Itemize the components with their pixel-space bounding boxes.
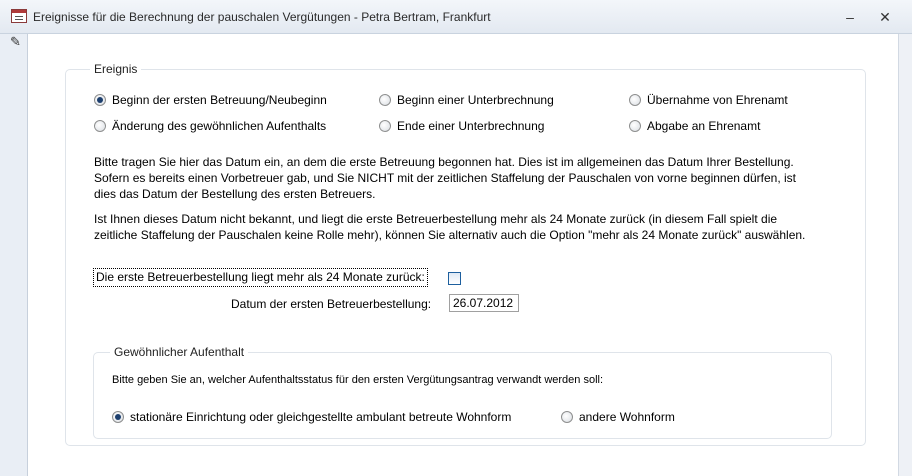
aufenthalt-group xyxy=(93,352,832,439)
info-line: Ist Ihnen dieses Datum nicht bekannt, un… xyxy=(94,212,778,226)
radio-ende-unterbrechnung[interactable]: Ende einer Unterbrechnung xyxy=(379,119,544,133)
checkbox-label-24-monate[interactable]: Die erste Betreuerbestellung liegt mehr … xyxy=(93,268,428,287)
aufenthalt-legend: Gewöhnlicher Aufenthalt xyxy=(110,345,249,359)
radio-button[interactable] xyxy=(94,120,106,132)
info-line: zeitliche Staffelung der Pauschalen kein… xyxy=(94,228,806,242)
date-field[interactable]: 26.07.2012 xyxy=(449,294,519,312)
info-line: Bitte tragen Sie hier das Datum ein, an … xyxy=(94,155,794,169)
radio-button[interactable] xyxy=(379,120,391,132)
radio-label: Änderung des gewöhnlichen Aufenthalts xyxy=(112,119,327,133)
radio-label: Beginn einer Unterbrechnung xyxy=(397,93,554,107)
aufenthalt-prompt: Bitte geben Sie an, welcher Aufenthaltss… xyxy=(112,374,604,386)
close-button[interactable]: ✕ xyxy=(874,7,896,27)
minimize-button[interactable]: – xyxy=(839,7,861,27)
radio-stationaere-einrichtung[interactable]: stationäre Einrichtung oder gleichgestel… xyxy=(112,410,511,424)
info-paragraph-1: Bitte tragen Sie hier das Datum ein, an … xyxy=(94,154,796,202)
radio-label: Übernahme von Ehrenamt xyxy=(647,93,788,107)
radio-label: Beginn der ersten Betreuung/Neubeginn xyxy=(112,93,327,107)
radio-button[interactable] xyxy=(561,411,573,423)
pencil-icon: ✎ xyxy=(10,34,21,49)
radio-button[interactable] xyxy=(94,94,106,106)
checkbox-24-monate[interactable] xyxy=(448,272,461,285)
radio-uebernahme-ehrenamt[interactable]: Übernahme von Ehrenamt xyxy=(629,93,788,107)
window-title: Ereignisse für die Berechnung der pausch… xyxy=(33,10,491,24)
info-line: dies das Datum der Bestellung des ersten… xyxy=(94,187,376,201)
info-paragraph-2: Ist Ihnen dieses Datum nicht bekannt, un… xyxy=(94,211,805,243)
info-line: Sofern es bereits einen Vorbetreuer gab,… xyxy=(94,171,796,185)
radio-beginn-unterbrechnung[interactable]: Beginn einer Unterbrechnung xyxy=(379,93,554,107)
radio-andere-wohnform[interactable]: andere Wohnform xyxy=(561,410,675,424)
form-icon xyxy=(11,9,27,23)
record-selector[interactable]: ✎ xyxy=(0,34,28,476)
radio-button[interactable] xyxy=(629,94,641,106)
radio-label: andere Wohnform xyxy=(579,410,675,424)
ereignis-legend: Ereignis xyxy=(90,62,142,76)
radio-button[interactable] xyxy=(629,120,641,132)
radio-button[interactable] xyxy=(379,94,391,106)
radio-beginn-erste-betreuung[interactable]: Beginn der ersten Betreuung/Neubeginn xyxy=(94,93,327,107)
radio-abgabe-ehrenamt[interactable]: Abgabe an Ehrenamt xyxy=(629,119,760,133)
radio-aenderung-aufenthalt[interactable]: Änderung des gewöhnlichen Aufenthalts xyxy=(94,119,326,133)
title-bar: Ereignisse für die Berechnung der pausch… xyxy=(0,0,912,34)
radio-button[interactable] xyxy=(112,411,124,423)
radio-label: Abgabe an Ehrenamt xyxy=(647,119,761,133)
radio-label: Ende einer Unterbrechnung xyxy=(397,119,545,133)
radio-label: stationäre Einrichtung oder gleichgestel… xyxy=(130,410,512,424)
date-label: Datum der ersten Betreuerbestellung: xyxy=(231,297,432,311)
right-border xyxy=(898,34,912,476)
